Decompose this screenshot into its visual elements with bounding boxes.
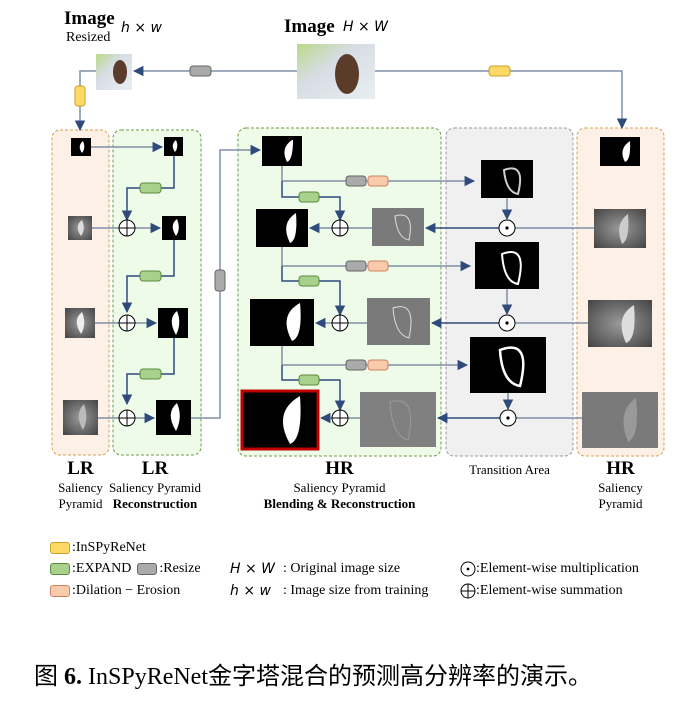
hr-pyramid-level-1	[594, 209, 646, 248]
legend-dilation: :Dilation − Erosion	[50, 583, 180, 599]
legend-original-size: H × W : Original image size	[230, 561, 400, 577]
hr-blend-level-0	[262, 136, 302, 166]
hr-pyramid-level-3	[582, 392, 658, 448]
legend-sum: :Element-wise summation	[460, 583, 623, 599]
blended-residual-2	[367, 298, 430, 345]
expand-block	[139, 182, 162, 194]
figure-caption: 图 6. InSPyReNet金字塔混合的预测高分辨率的演示。	[34, 656, 592, 691]
legend-train-desc: : Image size from training	[282, 583, 429, 598]
caption-text: InSPyReNet金字塔混合的预测高分辨率的演示。	[82, 664, 592, 690]
hr-blend-line1: Saliency Pyramid	[293, 480, 386, 495]
legend-inspyrenet-label: :InSPyReNet	[72, 540, 146, 555]
resized-image-subtitle: Resized	[66, 30, 111, 45]
original-size-label: H × W	[343, 19, 389, 35]
lr-recon-level-1	[162, 216, 186, 240]
legend-expand-resize: :EXPAND :Resize	[50, 561, 201, 577]
legend-sum-label: :Element-wise summation	[476, 583, 623, 598]
expand-block	[298, 275, 320, 287]
hr-pyramid-line2: Pyramid	[598, 496, 643, 511]
lr-pyramid-caption: LR Saliency Pyramid	[52, 458, 109, 512]
hr-blend-level-1	[256, 209, 308, 247]
expand-swatch	[50, 563, 70, 575]
caption-prefix: 图	[34, 664, 58, 690]
original-image	[297, 44, 375, 99]
lr-pyramid-level-3	[63, 400, 98, 435]
dilation-swatch	[50, 585, 70, 597]
lr-recon-line1: Saliency Pyramid	[108, 480, 202, 495]
hr-blend-output	[240, 389, 320, 451]
inspyrenet-swatch	[50, 542, 70, 554]
expand-block	[298, 374, 320, 386]
blended-residual-1	[372, 208, 424, 246]
legend-mult-label: :Element-wise multiplication	[476, 561, 639, 576]
expand-block	[139, 270, 162, 282]
legend-training-size: h × w : Image size from training	[230, 583, 428, 599]
hr-pyramid-level-2	[588, 300, 652, 347]
legend-mult: :Element-wise multiplication	[460, 561, 639, 577]
hr-pyramid-title: HR	[606, 458, 635, 479]
inspyrenet-block-right	[488, 65, 511, 77]
lr-pyramid-line2: Pyramid	[58, 496, 103, 511]
lr-pyramid-title: LR	[67, 458, 94, 479]
blended-residual-3	[360, 392, 436, 447]
expand-block	[139, 368, 162, 380]
transition-mask-3	[470, 337, 546, 393]
hr-pyramid-caption: HR Saliency Pyramid	[577, 458, 664, 512]
resized-size-label: h × w	[121, 20, 162, 36]
legend-resize-label: :Resize	[159, 561, 201, 576]
lr-recon-level-2	[158, 308, 188, 338]
hr-blend-caption: HR Saliency Pyramid Blending & Reconstru…	[238, 458, 441, 512]
sum-icon	[460, 583, 476, 599]
hr-blend-level-2	[250, 299, 314, 346]
resized-image	[96, 54, 132, 90]
resize-block-top	[189, 65, 212, 77]
hr-blend-line2: Blending & Reconstruction	[263, 496, 416, 511]
lr-recon-caption: LR Saliency Pyramid Reconstruction	[105, 458, 205, 512]
legend-dilation-label: :Dilation − Erosion	[72, 583, 181, 598]
legend-orig-math: H × W	[230, 561, 276, 577]
caption-number: 6.	[64, 664, 82, 690]
lr-recon-level-0	[164, 137, 183, 156]
transition-mask-1	[481, 160, 533, 198]
legend-orig-desc: : Original image size	[283, 561, 401, 576]
transition-area-caption: Transition Area	[469, 462, 550, 477]
inspyrenet-block-left	[74, 85, 86, 107]
expand-block	[298, 191, 320, 203]
resize-block-vertical	[214, 269, 226, 292]
lr-pyramid-line1: Saliency	[58, 480, 103, 495]
legend-train-math: h × w	[230, 583, 271, 599]
hr-blend-title: HR	[325, 458, 354, 479]
lr-recon-line2: Reconstruction	[112, 496, 198, 511]
original-image-title: Image	[284, 16, 335, 37]
mult-icon	[460, 561, 476, 577]
legend-expand-label: :EXPAND	[72, 561, 132, 576]
lr-pyramid-level-0	[71, 138, 91, 156]
hr-pyramid-level-0	[600, 137, 640, 166]
resize-swatch	[137, 563, 158, 575]
hr-pyramid-line1: Saliency	[598, 480, 643, 495]
resized-image-title: Image	[64, 8, 115, 29]
lr-pyramid-level-2	[65, 308, 95, 338]
legend-inspyrenet: :InSPyReNet	[50, 540, 146, 556]
transition-mask-2	[475, 242, 539, 289]
lr-recon-title: LR	[141, 458, 169, 479]
lr-pyramid-level-1	[68, 216, 92, 240]
lr-recon-level-3	[156, 400, 191, 435]
